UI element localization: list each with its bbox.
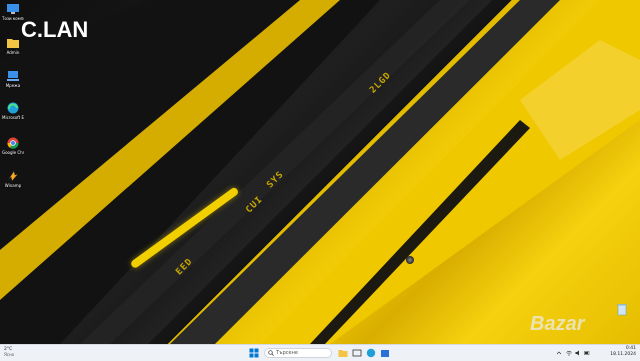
task-view-icon[interactable] [352,348,362,358]
recycle-bin-icon[interactable] [615,302,629,316]
this-pc-icon [7,4,19,14]
desktop-icon-network[interactable]: Мрежа [2,70,24,88]
desktop-icon-label: Winamp [4,183,22,188]
desktop-icon-edge[interactable]: Microsoft Edge [2,102,24,120]
folder-icon [7,39,19,48]
search-icon [268,350,274,356]
chrome-icon [7,137,19,149]
desktop-icon-label: Мрежа [5,83,21,88]
file-explorer-icon[interactable] [338,348,348,358]
search-input[interactable]: Търсене [264,348,332,358]
overlay-watermark-bazar: Bazar [530,313,585,335]
desktop-icon-label: Microsoft Edge [2,115,24,120]
search-placeholder: Търсене [276,350,298,356]
edge-icon [7,102,19,114]
weather-widget[interactable]: 2°C Ясно [4,347,44,357]
weather-desc: Ясно [4,352,15,357]
wallpaper-bolt [406,256,414,264]
desktop-icon-winamp[interactable]: Winamp [2,170,24,188]
wallpaper [0,0,640,344]
desktop-icon-label: Google Chrome [2,150,24,155]
clock[interactable]: 0:41 18.11.2024 [606,346,636,357]
chevron-up-icon[interactable] [556,350,562,356]
winamp-icon [7,170,19,182]
clock-date: 18.11.2024 [610,351,636,357]
edge-icon[interactable] [366,348,376,358]
wifi-icon[interactable] [566,350,572,356]
start-icon[interactable] [249,348,259,358]
speaker-icon[interactable] [575,350,581,356]
desktop: CUI SYS EED 2LGD Този компютър Admin Мре… [0,0,640,344]
desktop-icon-label: Admin [6,50,20,55]
wallpaper-dark-slot [310,120,530,344]
network-icon [7,71,19,81]
desktop-icon-chrome[interactable]: Google Chrome [2,137,24,155]
taskbar: 2°C Ясно Търсене 0:41 18.11.2024 [0,344,640,361]
overlay-watermark-clan: C.LAN [21,17,89,42]
store-icon[interactable] [380,348,390,358]
battery-icon[interactable] [584,350,590,356]
